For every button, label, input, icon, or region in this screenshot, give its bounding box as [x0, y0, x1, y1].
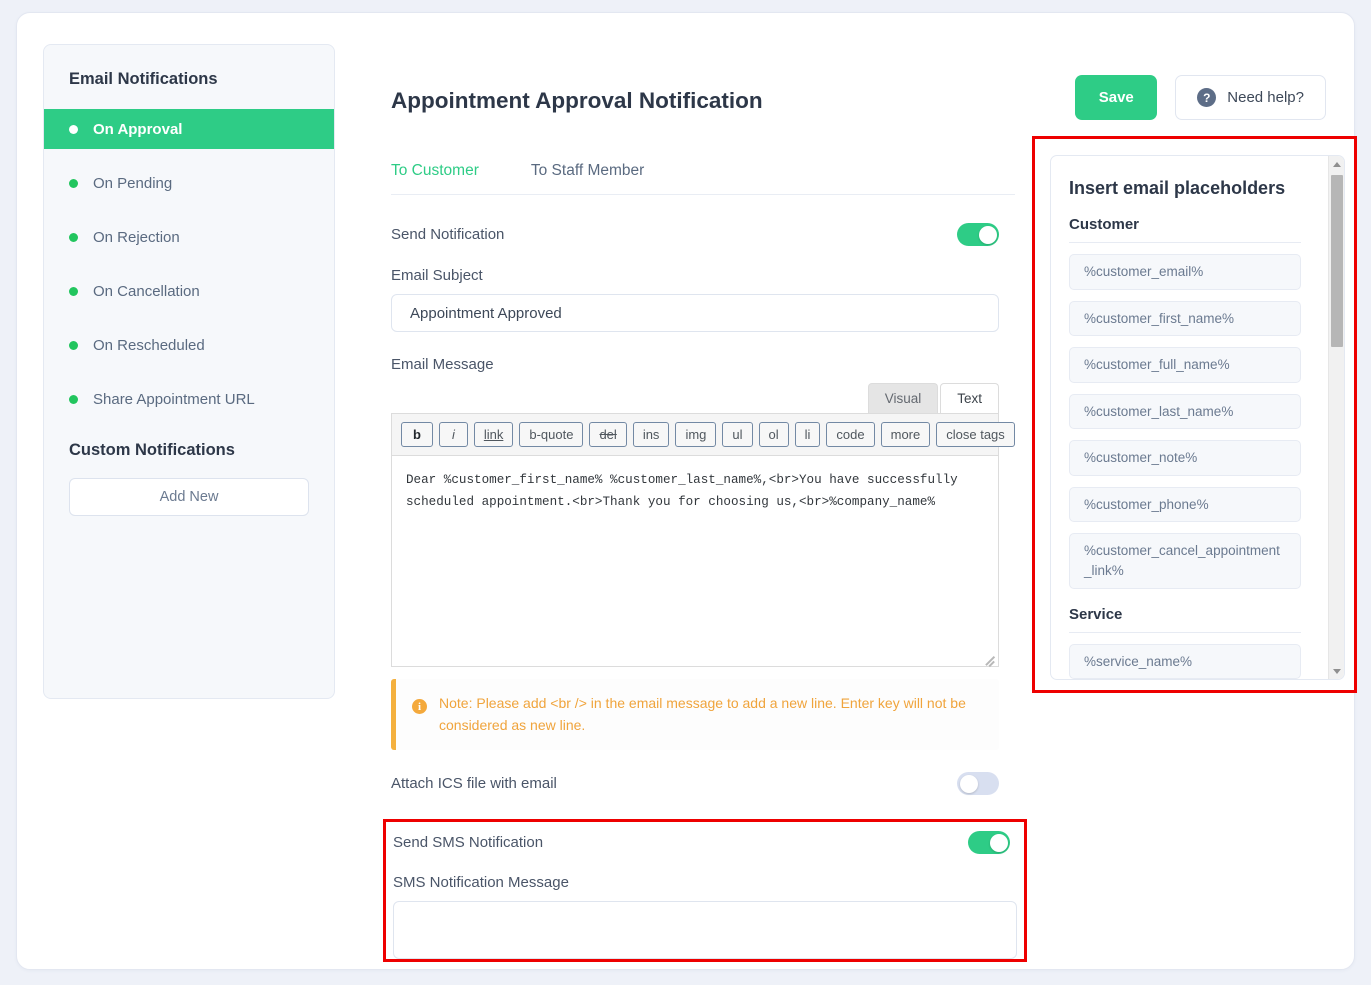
sidebar-item-label: On Pending — [93, 175, 172, 192]
question-mark-icon: ? — [1197, 88, 1216, 107]
send-sms-label: Send SMS Notification — [393, 834, 543, 851]
placeholder-group-service-title: Service — [1069, 606, 1301, 633]
placeholders-panel-title: Insert email placeholders — [1069, 178, 1301, 199]
placeholder-item[interactable]: %customer_last_name% — [1069, 394, 1301, 430]
bullet-dot-icon — [69, 233, 78, 242]
send-notification-toggle[interactable] — [957, 223, 999, 246]
sms-section: Send SMS Notification SMS Notification M… — [386, 822, 1024, 959]
email-message-label: Email Message — [391, 356, 1015, 373]
editor-button-ins[interactable]: ins — [633, 422, 670, 447]
editor-button-b-quote[interactable]: b-quote — [519, 422, 583, 447]
info-icon: i — [412, 699, 427, 714]
placeholder-item[interactable]: %customer_phone% — [1069, 487, 1301, 523]
editor-button-img[interactable]: img — [675, 422, 716, 447]
chevron-up-icon — [1333, 162, 1341, 167]
send-sms-row: Send SMS Notification — [386, 822, 1024, 854]
editor-button-more[interactable]: more — [881, 422, 931, 447]
need-help-button[interactable]: ? Need help? — [1175, 75, 1326, 120]
toggle-knob — [990, 834, 1008, 852]
tab-to-staff-member[interactable]: To Staff Member — [531, 162, 644, 194]
placeholders-scrollbar[interactable] — [1328, 156, 1344, 679]
toggle-knob — [960, 775, 978, 793]
placeholder-item[interactable]: %customer_note% — [1069, 440, 1301, 476]
add-new-button[interactable]: Add New — [69, 478, 309, 516]
bullet-dot-icon — [69, 341, 78, 350]
header-actions: Save ? Need help? — [1075, 75, 1326, 120]
sidebar-item-label: On Rescheduled — [93, 337, 205, 354]
sidebar-item-share-appointment-url[interactable]: Share Appointment URL — [44, 379, 334, 419]
sidebar-item-on-approval[interactable]: On Approval — [44, 109, 334, 149]
sidebar: Email Notifications On Approval On Pendi… — [43, 44, 335, 699]
placeholders-panel-highlight: Insert email placeholders Customer %cust… — [1032, 136, 1357, 693]
placeholder-item[interactable]: %service_name% — [1069, 644, 1301, 680]
editor-button-code[interactable]: code — [826, 422, 874, 447]
main-content: Appointment Approval Notification To Cus… — [375, 44, 1015, 795]
page-container: Email Notifications On Approval On Pendi… — [16, 12, 1355, 970]
sms-section-highlight: Send SMS Notification SMS Notification M… — [383, 819, 1027, 962]
email-message-editor: b i link b-quote del ins img ul ol li co… — [391, 413, 999, 667]
editor-button-link[interactable]: link — [474, 422, 514, 447]
email-subject-label: Email Subject — [391, 267, 1015, 284]
need-help-label: Need help? — [1227, 89, 1304, 106]
sidebar-item-label: On Cancellation — [93, 283, 200, 300]
sidebar-item-label: On Rejection — [93, 229, 180, 246]
editor-button-ul[interactable]: ul — [722, 422, 752, 447]
bullet-dot-icon — [69, 125, 78, 134]
sidebar-item-on-rescheduled[interactable]: On Rescheduled — [44, 325, 334, 365]
editor-button-li[interactable]: li — [795, 422, 821, 447]
sidebar-item-on-pending[interactable]: On Pending — [44, 163, 334, 203]
save-button[interactable]: Save — [1075, 75, 1157, 120]
toggle-knob — [979, 226, 997, 244]
chevron-down-icon — [1333, 669, 1341, 674]
attach-ics-label: Attach ICS file with email — [391, 775, 557, 792]
placeholder-item[interactable]: %customer_full_name% — [1069, 347, 1301, 383]
editor-button-italic[interactable]: i — [439, 422, 468, 447]
tab-to-customer[interactable]: To Customer — [391, 162, 479, 194]
placeholder-item[interactable]: %customer_cancel_appointment_link% — [1069, 533, 1301, 588]
bullet-dot-icon — [69, 287, 78, 296]
send-sms-toggle[interactable] — [968, 831, 1010, 854]
sms-message-textarea[interactable] — [393, 901, 1017, 959]
textarea-resize-handle[interactable] — [982, 650, 996, 664]
email-subject-input[interactable]: Appointment Approved — [391, 294, 999, 332]
editor-mode-tabs: Visual Text — [391, 383, 999, 414]
attach-ics-row: Attach ICS file with email — [391, 772, 999, 795]
editor-button-bold[interactable]: b — [401, 422, 433, 447]
editor-tab-text[interactable]: Text — [940, 383, 999, 414]
custom-notifications-title: Custom Notifications — [44, 419, 334, 460]
insert-placeholders-panel: Insert email placeholders Customer %cust… — [1050, 155, 1345, 680]
placeholder-group-customer-title: Customer — [1069, 216, 1301, 243]
recipient-tabs: To Customer To Staff Member — [391, 162, 1015, 195]
editor-button-ol[interactable]: ol — [759, 422, 789, 447]
sms-message-label: SMS Notification Message — [393, 874, 1024, 891]
placeholder-item[interactable]: %customer_email% — [1069, 254, 1301, 290]
bullet-dot-icon — [69, 395, 78, 404]
editor-tab-visual[interactable]: Visual — [868, 383, 939, 414]
scroll-down-button[interactable] — [1329, 663, 1345, 679]
sidebar-nav-list: On Approval On Pending On Rejection On C… — [44, 109, 334, 419]
editor-button-close-tags[interactable]: close tags — [936, 422, 1015, 447]
sidebar-item-label: On Approval — [93, 121, 182, 138]
editor-button-del[interactable]: del — [589, 422, 626, 447]
editor-toolbar: b i link b-quote del ins img ul ol li co… — [392, 414, 998, 456]
page-title: Appointment Approval Notification — [391, 44, 1015, 114]
note-banner: i Note: Please add <br /> in the email m… — [391, 679, 999, 750]
scrollbar-thumb[interactable] — [1331, 175, 1343, 347]
placeholders-scroll-content: Insert email placeholders Customer %cust… — [1051, 156, 1319, 679]
send-notification-row: Send Notification — [391, 223, 999, 246]
sidebar-item-on-cancellation[interactable]: On Cancellation — [44, 271, 334, 311]
email-message-textarea[interactable]: Dear %customer_first_name% %customer_las… — [392, 456, 998, 666]
sidebar-item-on-rejection[interactable]: On Rejection — [44, 217, 334, 257]
scroll-up-button[interactable] — [1329, 156, 1345, 172]
placeholder-item[interactable]: %customer_first_name% — [1069, 301, 1301, 337]
note-text: Note: Please add <br /> in the email mes… — [439, 693, 983, 736]
send-notification-label: Send Notification — [391, 226, 504, 243]
bullet-dot-icon — [69, 179, 78, 188]
sidebar-item-label: Share Appointment URL — [93, 391, 255, 408]
sidebar-title: Email Notifications — [44, 45, 334, 89]
attach-ics-toggle[interactable] — [957, 772, 999, 795]
